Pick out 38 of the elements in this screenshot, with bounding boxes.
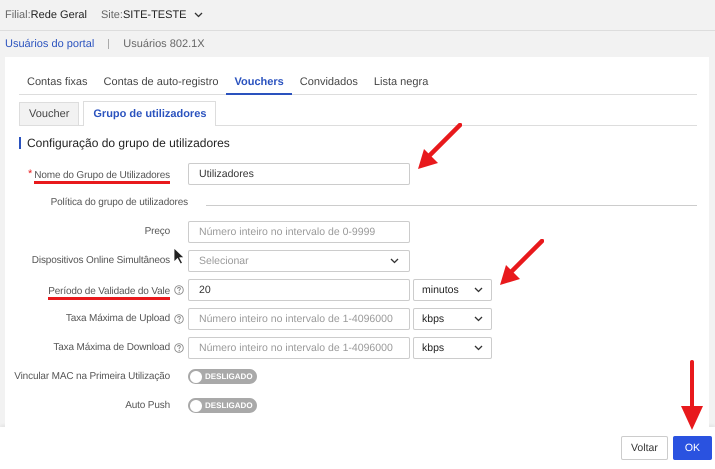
- help-icon[interactable]: [174, 314, 184, 324]
- tab[interactable]: Convidados: [292, 70, 366, 95]
- tab[interactable]: Lista negra: [366, 70, 436, 95]
- back-button[interactable]: Voltar: [620, 436, 668, 460]
- branch-label: Filial:Rede Geral: [5, 9, 87, 21]
- field-label: Auto Push: [125, 400, 170, 411]
- chevron-down-icon: [474, 286, 483, 292]
- unit-select[interactable]: kbps: [413, 336, 492, 358]
- tab[interactable]: Contas de auto-registro: [96, 70, 226, 95]
- subtab[interactable]: Grupo de utilizadores: [83, 101, 216, 126]
- field-label: Dispositivos Online Simultâneos: [32, 255, 170, 266]
- tab[interactable]: Vouchers: [226, 70, 292, 95]
- section-title: Configuração do grupo de utilizadores: [27, 136, 230, 150]
- chevron-down-icon: [194, 12, 203, 18]
- field-label: Taxa Máxima de Download: [53, 342, 170, 353]
- tab[interactable]: Contas fixas: [19, 70, 96, 95]
- field-label: Preço: [144, 226, 170, 237]
- mouse-cursor-icon: [173, 247, 185, 265]
- field-label: Vincular MAC na Primeira Utilização: [14, 371, 170, 382]
- help-icon[interactable]: [174, 342, 184, 352]
- chevron-down-icon: [474, 316, 483, 322]
- help-icon[interactable]: [174, 284, 184, 294]
- unit-select[interactable]: kbps: [413, 308, 492, 330]
- field-label: Nome do Grupo de Utilizadores: [34, 170, 170, 184]
- field-label: Política do grupo de utilizadores: [50, 197, 188, 208]
- subtab[interactable]: Voucher: [19, 102, 80, 125]
- chevron-down-icon: [474, 344, 483, 350]
- user-type-tab[interactable]: Usuários 802.1X: [123, 38, 205, 50]
- chevron-down-icon: [390, 258, 399, 264]
- site-selector[interactable]: Site:SITE-TESTE: [100, 9, 203, 21]
- input-field[interactable]: Utilizadores: [188, 162, 410, 184]
- ok-button[interactable]: OK: [672, 436, 712, 460]
- field-label: Período de Validade do Vale: [48, 286, 170, 300]
- unit-select[interactable]: minutos: [413, 278, 492, 300]
- input-field[interactable]: 20: [188, 278, 410, 300]
- user-type-tab[interactable]: Usuários do portal: [5, 38, 94, 50]
- field-label: Taxa Máxima de Upload: [66, 313, 170, 324]
- required-mark: *: [28, 168, 32, 180]
